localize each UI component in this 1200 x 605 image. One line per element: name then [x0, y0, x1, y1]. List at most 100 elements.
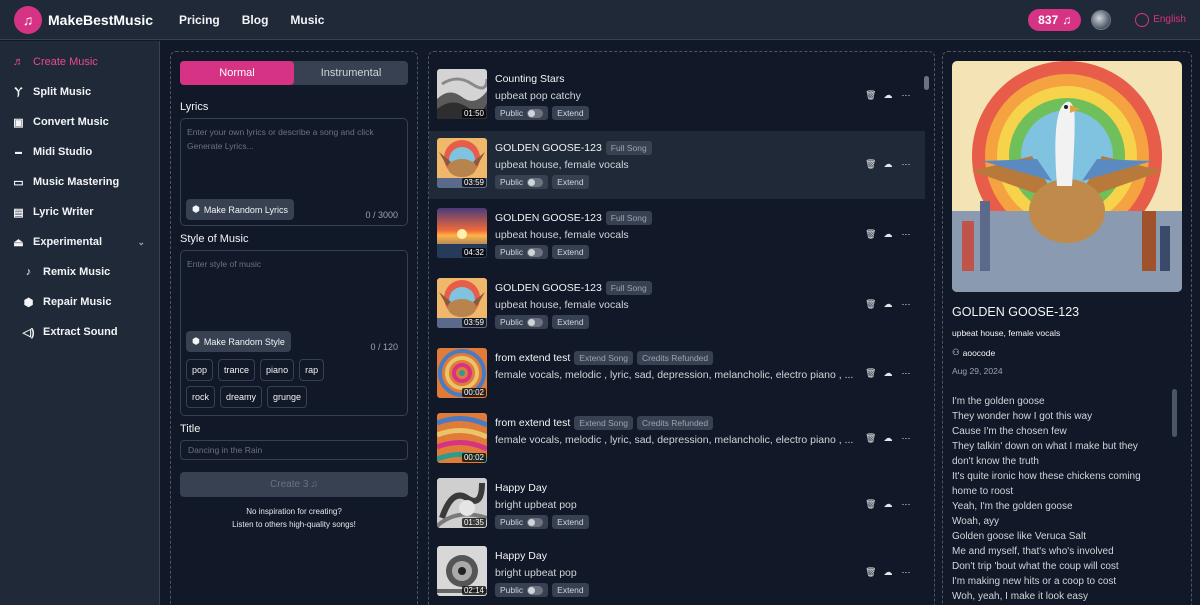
make-random-style-button[interactable]: ⬢ Make Random Style [186, 331, 291, 352]
song-row[interactable]: 02:14 Happy Day bright upbeat pop Public… [429, 539, 925, 605]
song-info: from extend test Extend Song Credits Refun… [495, 415, 855, 446]
trash-icon[interactable]: 🗑 [865, 368, 876, 379]
public-toggle[interactable]: Public [495, 175, 549, 189]
detail-user[interactable]: ⚇ aoocode [952, 347, 995, 358]
more-icon[interactable]: ⋯ [901, 159, 911, 170]
logo[interactable]: ♫ MakeBestMusic [14, 5, 153, 34]
style-chip[interactable]: rap [299, 359, 325, 381]
trash-icon[interactable]: 🗑 [865, 229, 876, 240]
song-row[interactable]: 04:32 GOLDEN GOOSE-123 Full Song upbeat h… [429, 201, 925, 269]
sidebar-item-music-mastering[interactable]: ▭ Music Mastering [0, 167, 159, 197]
title-label: Title [180, 423, 201, 435]
public-toggle[interactable]: Public [495, 245, 549, 259]
song-row[interactable]: 03:59 GOLDEN GOOSE-123 Full Song upbeat h… [429, 271, 925, 339]
song-row[interactable]: 03:59 GOLDEN GOOSE-123 Full Song upbeat h… [429, 131, 925, 199]
public-toggle[interactable]: Public [495, 515, 549, 529]
extend-button[interactable]: Extend [552, 515, 589, 529]
button-label: Make Random Lyrics [203, 204, 289, 215]
song-title[interactable]: GOLDEN GOOSE-123 [495, 212, 602, 224]
toggle-switch[interactable] [527, 585, 544, 595]
song-title[interactable]: from extend test [495, 417, 570, 429]
avatar[interactable] [1091, 9, 1112, 30]
more-icon[interactable]: ⋯ [901, 368, 911, 379]
public-toggle[interactable]: Public [495, 106, 549, 120]
trash-icon[interactable]: 🗑 [865, 90, 876, 101]
nav-pricing[interactable]: Pricing [179, 13, 220, 27]
sidebar-item-label: Repair Music [43, 296, 112, 308]
nav-blog[interactable]: Blog [242, 13, 269, 27]
make-random-lyrics-button[interactable]: ⬢ Make Random Lyrics [186, 199, 295, 220]
extend-button[interactable]: Extend [552, 315, 589, 329]
song-style: female vocals, melodic , lyric, sad, dep… [495, 369, 854, 381]
public-toggle[interactable]: Public [495, 583, 549, 597]
extend-button[interactable]: Extend [552, 245, 589, 259]
create-button[interactable]: Create 3 ♫ [180, 472, 408, 497]
extend-button[interactable]: Extend [552, 106, 589, 120]
trash-icon[interactable]: 🗑 [865, 159, 876, 170]
sidebar-item-lyric-writer[interactable]: ▤ Lyric Writer [0, 197, 159, 227]
title-input[interactable]: Dancing in the Rain [180, 440, 408, 460]
style-chip[interactable]: grunge [267, 386, 308, 408]
style-chip[interactable]: piano [260, 359, 295, 381]
more-icon[interactable]: ⋯ [901, 229, 911, 240]
more-icon[interactable]: ⋯ [901, 90, 911, 101]
sidebar-item-split-music[interactable]: Ⲩ Split Music [0, 77, 159, 107]
song-title[interactable]: Happy Day [495, 550, 547, 562]
more-icon[interactable]: ⋯ [901, 433, 911, 444]
song-title[interactable]: GOLDEN GOOSE-123 [495, 142, 602, 154]
lyric-line: Yeah, I'm the golden goose [952, 501, 1073, 512]
style-chip[interactable]: rock [186, 386, 216, 408]
toggle-switch[interactable] [527, 177, 544, 187]
style-chip[interactable]: pop [186, 359, 214, 381]
toggle-switch[interactable] [527, 247, 544, 257]
toggle-switch[interactable] [527, 108, 544, 118]
trash-icon[interactable]: 🗑 [865, 499, 876, 510]
sidebar-item-label: Create Music [33, 56, 98, 68]
trash-icon[interactable]: 🗑 [865, 299, 876, 310]
sidebar-item-remix-music[interactable]: ♪ Remix Music [0, 257, 159, 287]
cloud-download-icon[interactable]: ☁ [883, 433, 893, 444]
sidebar-item-create-music[interactable]: ♬ Create Music [0, 47, 159, 77]
tab-instrumental[interactable]: Instrumental [294, 61, 408, 85]
sidebar-item-extract-sound[interactable]: ◁) Extract Sound [0, 317, 159, 347]
style-chip[interactable]: dreamy [220, 386, 263, 408]
sidebar-item-experimental[interactable]: ⏏ Experimental ⌄ [0, 227, 159, 257]
more-icon[interactable]: ⋯ [901, 499, 911, 510]
lyrics-input[interactable]: Enter your own lyrics or describe a song… [180, 118, 408, 226]
sidebar-item-convert-music[interactable]: ▣ Convert Music [0, 107, 159, 137]
nav-music[interactable]: Music [290, 13, 324, 27]
song-row[interactable]: 01:50 Counting Stars upbeat pop catchy P… [429, 62, 925, 130]
cloud-download-icon[interactable]: ☁ [883, 90, 893, 101]
cloud-download-icon[interactable]: ☁ [883, 229, 893, 240]
song-row[interactable]: 00:02 from extend test Extend Song Credits… [429, 406, 925, 474]
tab-normal[interactable]: Normal [180, 61, 294, 85]
cloud-download-icon[interactable]: ☁ [883, 499, 893, 510]
more-icon[interactable]: ⋯ [901, 299, 911, 310]
cloud-download-icon[interactable]: ☁ [883, 159, 893, 170]
language-selector[interactable]: English [1135, 12, 1186, 27]
credits-badge[interactable]: 837 ♫ [1028, 8, 1082, 31]
song-row[interactable]: 01:35 Happy Day bright upbeat pop Public… [429, 471, 925, 539]
song-title[interactable]: Counting Stars [495, 73, 564, 85]
toggle-switch[interactable] [527, 317, 544, 327]
inspiration-link[interactable]: Listen to others high-quality songs! [180, 518, 408, 531]
trash-icon[interactable]: 🗑 [865, 433, 876, 444]
sidebar-item-midi-studio[interactable]: ▬ Midi Studio [0, 137, 159, 167]
public-toggle[interactable]: Public [495, 315, 549, 329]
style-chip[interactable]: trance [218, 359, 256, 381]
extend-button[interactable]: Extend [552, 583, 589, 597]
style-input[interactable]: Enter style of music ⬢ Make Random Style… [180, 250, 408, 416]
song-title[interactable]: from extend test [495, 352, 570, 364]
sidebar-item-repair-music[interactable]: ⬢ Repair Music [0, 287, 159, 317]
cloud-download-icon[interactable]: ☁ [883, 299, 893, 310]
toggle-switch[interactable] [527, 517, 544, 527]
song-title[interactable]: GOLDEN GOOSE-123 [495, 282, 602, 294]
lyrics-scrollbar[interactable] [1172, 389, 1177, 437]
more-icon[interactable]: ⋯ [901, 567, 911, 578]
cloud-download-icon[interactable]: ☁ [883, 567, 893, 578]
extend-button[interactable]: Extend [552, 175, 589, 189]
trash-icon[interactable]: 🗑 [865, 567, 876, 578]
cloud-download-icon[interactable]: ☁ [883, 368, 893, 379]
song-title[interactable]: Happy Day [495, 482, 547, 494]
song-row[interactable]: 00:02 from extend test Extend Song Credits… [429, 341, 925, 409]
